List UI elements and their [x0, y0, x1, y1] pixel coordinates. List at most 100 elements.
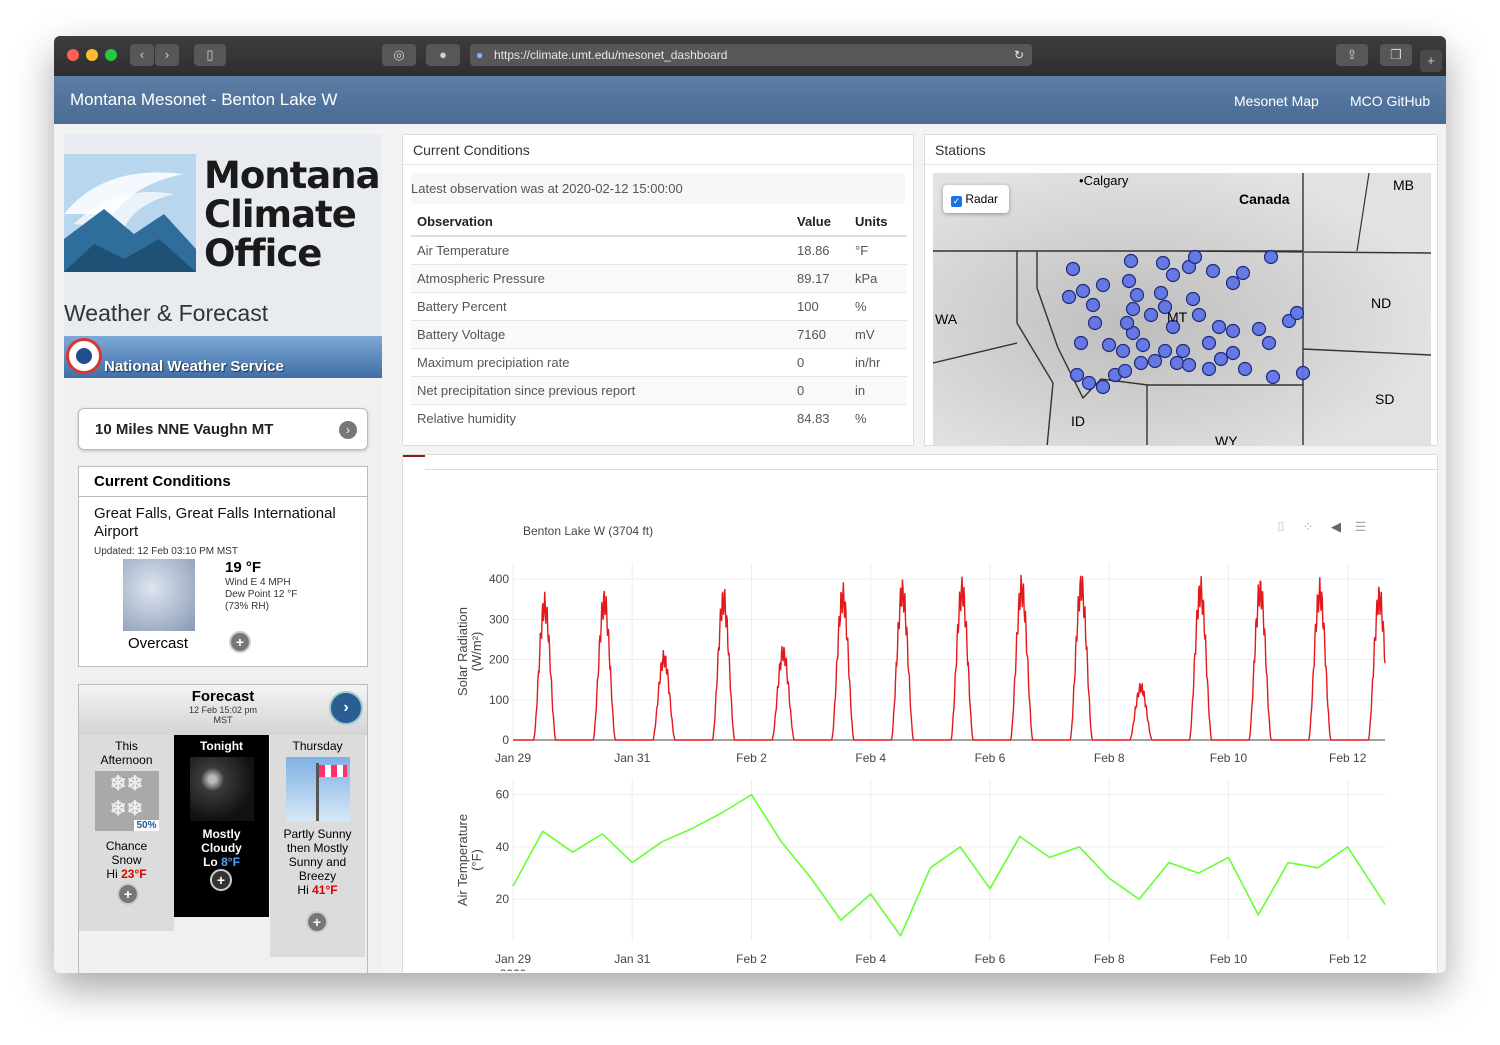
station-marker — [1061, 289, 1077, 305]
air-temperature-chart[interactable]: 20 40 60 Jan 292020 Jan 31 Feb 2 Feb 4 Feb 6 Feb… — [439, 771, 1439, 971]
forecast-more-icon[interactable]: + — [117, 883, 139, 905]
forecast-temp-label: Hi — [297, 883, 309, 897]
mountain-logo-icon — [64, 154, 196, 272]
forecast-heading: Forecast — [191, 688, 255, 705]
solar-radiation-series — [513, 574, 1386, 741]
reload-icon[interactable]: ↻ — [1014, 44, 1024, 66]
hover-compare-icon[interactable]: ☰ — [1355, 519, 1367, 534]
table-row: Relative humidity 84.83% — [411, 403, 907, 432]
y-tick-label: 60 — [496, 788, 510, 802]
nav-mco-github[interactable]: MCO GitHub — [1350, 93, 1430, 109]
app-navbar: Montana Mesonet - Benton Lake W Mesonet … — [54, 76, 1446, 124]
privacy-icon[interactable]: ◎ — [382, 44, 416, 66]
location-button[interactable]: 10 Miles NNE Vaughn MT › — [78, 408, 368, 450]
current-conditions-heading: Current Conditions — [79, 467, 367, 497]
map-label-id: ID — [1071, 413, 1085, 429]
x-tick-label: Feb 8 — [1094, 751, 1125, 765]
station-marker — [1261, 335, 1277, 351]
forecast-card: Forecast 12 Feb 15:02 pm MST › This Afte… — [78, 684, 368, 973]
charts-panel: Benton Lake W (3704 ft) ⌷ ⁘ ◀ ☰ 0 100 200 3… — [402, 454, 1439, 973]
forecast-next-icon[interactable]: › — [329, 691, 363, 725]
station-marker — [1095, 277, 1111, 293]
x-tick-label: Feb 8 — [1094, 952, 1125, 966]
back-icon[interactable]: ‹ — [130, 44, 154, 66]
camera-icon[interactable]: ⌷ — [1277, 519, 1285, 534]
forward-icon[interactable]: › — [155, 44, 179, 66]
tabs-icon[interactable]: ❐ — [1380, 44, 1412, 66]
forecast-period[interactable]: Thursday Partly Sunny then Mostly Sunny … — [270, 735, 365, 957]
forecast-more-icon[interactable]: + — [306, 911, 328, 933]
nws-banner: National Weather Service — [64, 336, 382, 378]
current-more-icon[interactable]: + — [229, 631, 251, 653]
forecast-period[interactable]: Tonight Mostly Cloudy Lo 8°F + — [174, 735, 269, 917]
new-tab-icon[interactable]: + — [1420, 50, 1442, 72]
logo-text-office: Office — [204, 232, 322, 275]
close-window-button[interactable] — [67, 49, 79, 61]
stations-panel: Stations ✓ Radar •Calgary Canada MB WA M… — [924, 134, 1438, 446]
hover-closest-icon[interactable]: ◀ — [1331, 519, 1341, 534]
forecast-desc: Chance Snow — [105, 839, 148, 867]
observation-table: Observation Value Units Air Temperature 1… — [411, 208, 907, 432]
cell: 100 — [791, 291, 849, 320]
forecast-header: Forecast 12 Feb 15:02 pm MST › — [79, 685, 367, 735]
y-axis-label: Solar Radiation(W/m²) — [455, 607, 484, 696]
station-marker — [1155, 255, 1171, 271]
cell: kPa — [849, 263, 907, 292]
conditions-panel: Current Conditions Latest observation wa… — [402, 134, 914, 446]
station-marker — [1237, 361, 1253, 377]
forecast-pop: 50% — [134, 820, 159, 831]
map-label-wy: WY — [1215, 433, 1238, 446]
forecast-desc: Partly Sunny then Mostly Sunny and Breez… — [283, 827, 352, 883]
station-map[interactable]: ✓ Radar •Calgary Canada MB WA MT ND SD I… — [933, 173, 1431, 446]
x-tick-label: Jan 29 — [495, 952, 531, 966]
station-marker — [1211, 319, 1227, 335]
station-marker — [1073, 335, 1089, 351]
station-marker — [1175, 343, 1191, 359]
map-label-mb: MB — [1393, 177, 1414, 193]
chart-tab-indicator — [403, 455, 425, 457]
table-row: Battery Percent 100% — [411, 291, 907, 320]
solar-radiation-chart[interactable]: 0100200300400Jan 292020Jan 31Feb 2Feb 4F… — [439, 535, 1439, 765]
current-updated: Updated: 12 Feb 03:10 PM MST — [94, 546, 238, 557]
overcast-image — [123, 559, 195, 631]
station-marker — [1205, 263, 1221, 279]
nws-logo-icon — [66, 338, 102, 374]
cell: 0 — [791, 347, 849, 376]
current-rh: (73% RH) — [225, 601, 269, 612]
station-marker — [1235, 265, 1251, 281]
radar-checkbox-icon[interactable]: ✓ — [951, 196, 962, 207]
y-tick-label: 200 — [489, 653, 509, 667]
station-marker — [1191, 307, 1207, 323]
map-label-mt: MT — [1167, 309, 1188, 325]
x-tick-label: Feb 12 — [1329, 952, 1367, 966]
forecast-more-icon[interactable]: + — [210, 869, 232, 891]
map-label-nd: ND — [1371, 295, 1392, 311]
minimize-window-button[interactable] — [86, 49, 98, 61]
nav-mesonet-map[interactable]: Mesonet Map — [1234, 93, 1319, 109]
map-label-canada: Canada — [1239, 191, 1290, 207]
station-marker — [1263, 249, 1279, 265]
zoom-icon[interactable]: ⁘ — [1302, 519, 1313, 534]
radar-toggle[interactable]: ✓ Radar — [943, 185, 1009, 213]
share-icon[interactable]: ⇪ — [1336, 44, 1368, 66]
zoom-window-button[interactable] — [105, 49, 117, 61]
station-marker — [1181, 357, 1197, 373]
sidebar-toggle-icon[interactable]: ▯ — [194, 44, 226, 66]
table-row: Net precipitation since previous report 0… — [411, 375, 907, 404]
windsock-icon — [285, 757, 350, 821]
station-marker — [1135, 337, 1151, 353]
station-marker — [1201, 361, 1217, 377]
address-bar[interactable]: ● https://climate.umt.edu/mesonet_dashbo… — [470, 44, 1032, 66]
station-marker — [1121, 273, 1137, 289]
record-icon[interactable]: ● — [426, 44, 460, 66]
station-marker — [1143, 307, 1159, 323]
cell: Battery Voltage — [411, 319, 791, 348]
station-marker — [1153, 285, 1169, 301]
logo-text-climate: Climate — [204, 193, 357, 236]
x-tick-label: Feb 6 — [975, 751, 1006, 765]
cell: 7160 — [791, 319, 849, 348]
forecast-temp: 41°F — [312, 883, 338, 897]
forecast-period[interactable]: This Afternoon ❄❄ ❄❄ 50% Chance Snow Hi 2… — [79, 735, 174, 931]
x-tick-label: Jan 31 — [614, 952, 650, 966]
table-row: Atmospheric Pressure 89.17 kPa — [411, 263, 907, 292]
